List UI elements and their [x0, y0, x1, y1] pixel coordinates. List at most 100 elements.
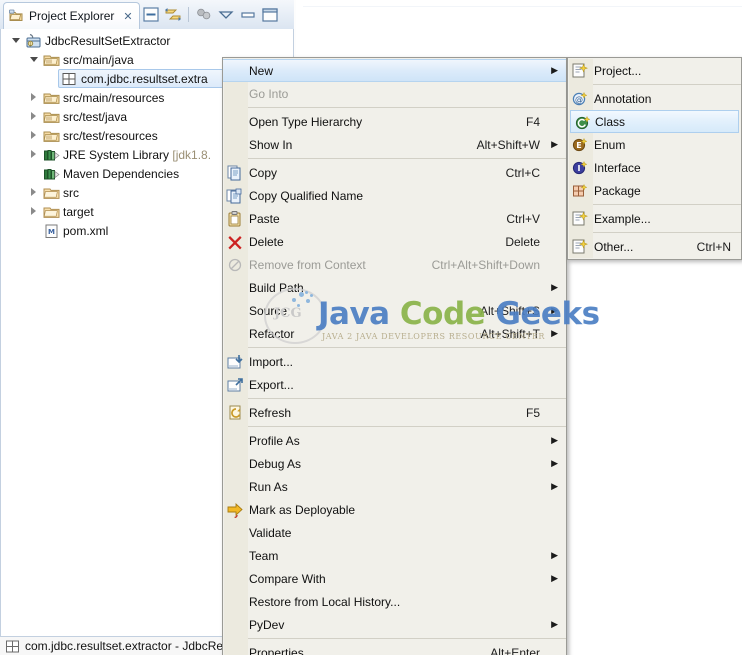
menu-item-shortcut: Alt+Shift+S [479, 303, 540, 318]
menu-item-profile-as[interactable]: Profile As ▶ [223, 429, 566, 452]
submenu-item-other[interactable]: Other... Ctrl+N [568, 235, 741, 258]
tree-twisty-collapsed[interactable] [27, 202, 40, 221]
import-icon [226, 353, 244, 370]
tree-twisty-expanded[interactable] [9, 31, 22, 50]
menu-item-open-type-hierarchy[interactable]: Open Type Hierarchy F4 ▶ [223, 110, 566, 133]
menu-item-pydev[interactable]: PyDev ▶ [223, 613, 566, 636]
source-folder-icon [43, 52, 60, 68]
menu-item-label: Refactor [249, 326, 295, 341]
menu-item-export[interactable]: Export... ▶ [223, 373, 566, 396]
view-tab-bar: Project Explorer ✕ [0, 0, 294, 29]
menu-separator [248, 158, 566, 159]
submenu-item-class[interactable]: Class [570, 110, 739, 133]
submenu-item-package[interactable]: Package [568, 179, 741, 202]
submenu-item-project[interactable]: Project... [568, 59, 741, 82]
menu-item-label: Show In [249, 137, 293, 152]
minimize-button[interactable] [237, 4, 259, 25]
menu-item-label: Compare With [249, 571, 326, 586]
new-enum-icon: E [571, 136, 589, 153]
new-annotation-icon: @ [571, 90, 589, 107]
menu-item-copy-qualified-name[interactable]: Copy Qualified Name ▶ [223, 184, 566, 207]
view-menu-button[interactable] [215, 4, 237, 25]
xml-file-icon: M [43, 223, 60, 239]
tab-label: Project Explorer [29, 9, 115, 23]
menu-separator [248, 398, 566, 399]
menu-item-mark-as-deployable[interactable]: Mark as Deployable ▶ [223, 498, 566, 521]
menu-item-run-as[interactable]: Run As ▶ [223, 475, 566, 498]
tree-item-label: com.jdbc.resultset.extra [81, 71, 208, 86]
menu-item-label: Enum [594, 137, 626, 152]
tree-item[interactable]: J JdbcResultSetExtractor [1, 31, 293, 50]
tree-twisty-collapsed[interactable] [27, 183, 40, 202]
tree-twisty-collapsed[interactable] [27, 88, 40, 107]
menu-item-refresh[interactable]: Refresh F5 ▶ [223, 401, 566, 424]
menu-item-new[interactable]: New ▶ [223, 59, 566, 82]
menu-item-label: Team [249, 548, 279, 563]
tree-item-label: src/main/java [63, 52, 134, 67]
menu-separator [248, 426, 566, 427]
folder-icon [43, 185, 60, 201]
menu-item-show-in[interactable]: Show In Alt+Shift+W ▶ [223, 133, 566, 156]
menu-item-source[interactable]: Source Alt+Shift+S ▶ [223, 299, 566, 322]
menu-item-label: Mark as Deployable [249, 502, 356, 517]
new-interface-icon: I [571, 159, 589, 176]
menu-item-label: Source [249, 303, 288, 318]
menu-item-build-path[interactable]: Build Path ▶ [223, 276, 566, 299]
menu-item-paste[interactable]: Paste Ctrl+V ▶ [223, 207, 566, 230]
menu-separator [593, 232, 741, 233]
submenu-arrow-icon: ▶ [551, 458, 558, 468]
close-icon[interactable]: ✕ [123, 11, 132, 22]
menu-item-shortcut: Alt+Enter [490, 645, 540, 655]
new-submenu[interactable]: Project... @ Annotation Class E Enum I Interfac… [567, 57, 742, 260]
menu-item-validate[interactable]: Validate ▶ [223, 521, 566, 544]
tree-twisty-collapsed[interactable] [27, 145, 40, 164]
menu-item-label: PyDev [249, 617, 285, 632]
menu-item-shortcut: Alt+Shift+T [480, 326, 540, 341]
menu-item-shortcut: Ctrl+V [506, 211, 540, 226]
link-with-editor-button[interactable] [162, 4, 184, 25]
tree-item-label: target [63, 204, 94, 219]
submenu-item-interface[interactable]: I Interface [568, 156, 741, 179]
submenu-arrow-icon: ▶ [551, 305, 558, 315]
menu-item-copy[interactable]: Copy Ctrl+C ▶ [223, 161, 566, 184]
copy-qualified-name-icon [226, 187, 244, 204]
svg-text:M: M [48, 228, 55, 236]
submenu-item-example[interactable]: Example... [568, 207, 741, 230]
submenu-item-annotation[interactable]: @ Annotation [568, 87, 741, 110]
menu-item-compare-with[interactable]: Compare With ▶ [223, 567, 566, 590]
tree-item-label: src/main/resources [63, 90, 165, 105]
mark-as-deployable-icon [226, 501, 244, 519]
menu-item-remove-from-context: Remove from Context Ctrl+Alt+Shift+Down ▶ [223, 253, 566, 276]
maximize-button[interactable] [259, 4, 281, 25]
tree-twisty-collapsed[interactable] [27, 126, 40, 145]
tab-project-explorer[interactable]: Project Explorer ✕ [3, 2, 140, 29]
menu-item-label: Package [594, 183, 641, 198]
menu-item-delete[interactable]: Delete Delete ▶ [223, 230, 566, 253]
menu-item-properties[interactable]: Properties Alt+Enter ▶ [223, 641, 566, 655]
source-folder-icon [43, 109, 60, 125]
submenu-arrow-placeholder: ▶ [548, 380, 558, 389]
submenu-arrow-placeholder: ▶ [548, 191, 558, 200]
menu-item-debug-as[interactable]: Debug As ▶ [223, 452, 566, 475]
submenu-arrow-icon: ▶ [551, 573, 558, 583]
menu-item-label: Class [595, 114, 626, 129]
menu-item-label: Other... [594, 239, 634, 254]
menu-item-label: Profile As [249, 433, 300, 448]
submenu-item-enum[interactable]: E Enum [568, 133, 741, 156]
context-menu[interactable]: New▶Go Into▶Open Type HierarchyF4▶Show I… [222, 57, 567, 655]
focus-on-active-task-button[interactable] [193, 4, 215, 25]
menu-item-team[interactable]: Team ▶ [223, 544, 566, 567]
submenu-arrow-placeholder: ▶ [548, 214, 558, 223]
menu-item-label: Validate [249, 525, 292, 540]
menu-item-refactor[interactable]: Refactor Alt+Shift+T ▶ [223, 322, 566, 345]
tree-twisty-expanded[interactable] [27, 50, 40, 69]
submenu-arrow-placeholder: ▶ [548, 237, 558, 246]
library-icon [43, 147, 60, 163]
menu-separator [248, 347, 566, 348]
submenu-arrow-placeholder: ▶ [548, 168, 558, 177]
collapse-all-button[interactable] [140, 4, 162, 25]
menu-item-restore-from-local-history[interactable]: Restore from Local History... ▶ [223, 590, 566, 613]
tree-twisty-collapsed[interactable] [27, 107, 40, 126]
new-class-icon [574, 114, 592, 131]
menu-item-import[interactable]: Import... ▶ [223, 350, 566, 373]
